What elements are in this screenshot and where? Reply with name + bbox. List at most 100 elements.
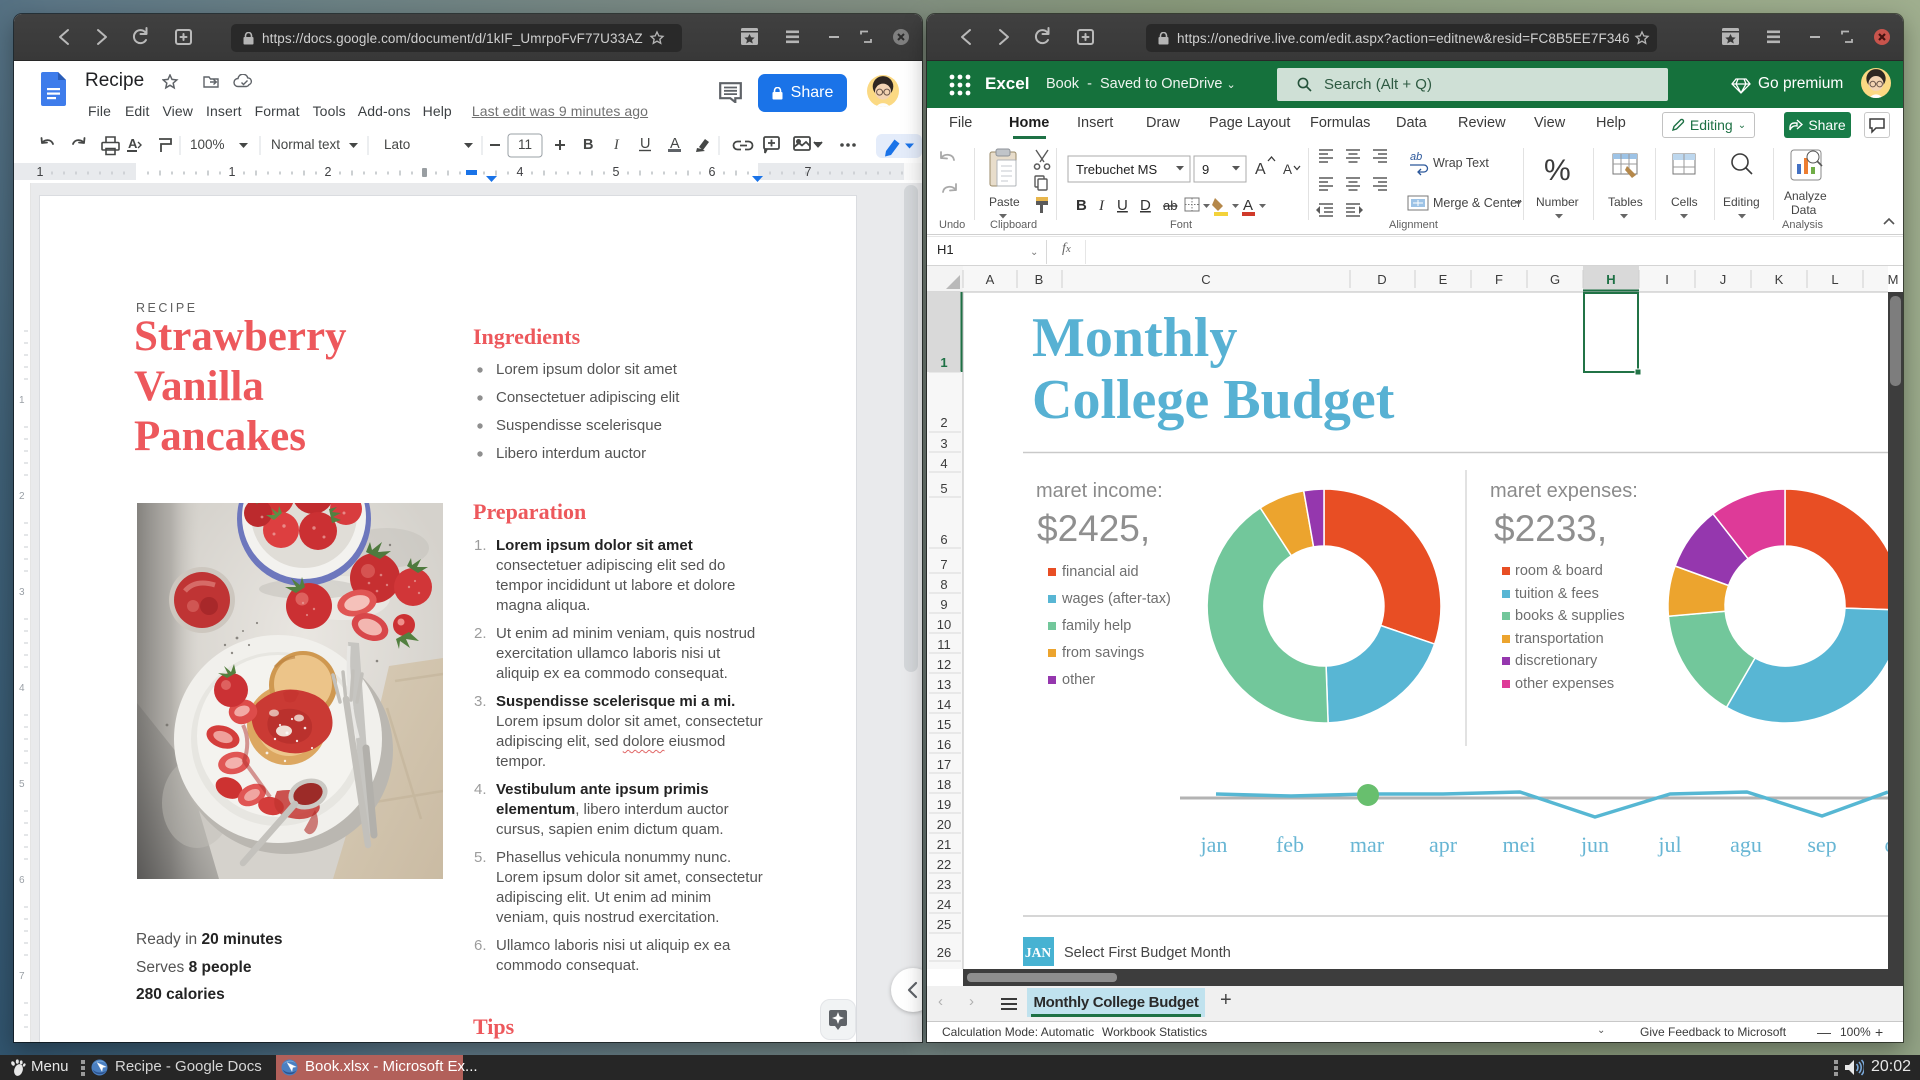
svg-text:jul: jul bbox=[1657, 832, 1681, 857]
svg-text:4: 4 bbox=[940, 456, 947, 471]
svg-text:F: F bbox=[1495, 272, 1503, 287]
svg-text:Normal text: Normal text bbox=[271, 137, 340, 152]
svg-text:4: 4 bbox=[19, 683, 25, 694]
svg-text:18: 18 bbox=[937, 777, 951, 792]
svg-text:26: 26 bbox=[937, 945, 951, 960]
svg-text:1: 1 bbox=[19, 395, 25, 406]
svg-text:family help: family help bbox=[1062, 618, 1131, 634]
svg-text:J: J bbox=[1720, 272, 1727, 287]
svg-text:Font: Font bbox=[1170, 219, 1192, 231]
svg-text:9: 9 bbox=[940, 597, 947, 612]
svg-text:Wrap Text: Wrap Text bbox=[1433, 156, 1489, 170]
svg-text:Trebuchet MS: Trebuchet MS bbox=[1076, 162, 1157, 177]
svg-text:A: A bbox=[1283, 162, 1292, 177]
svg-text:2: 2 bbox=[325, 165, 332, 179]
svg-text:4: 4 bbox=[517, 165, 524, 179]
svg-text:discretionary: discretionary bbox=[1515, 653, 1598, 669]
svg-text:17: 17 bbox=[937, 757, 951, 772]
svg-text:B: B bbox=[1035, 272, 1044, 287]
svg-text:Number: Number bbox=[1536, 195, 1579, 209]
svg-text:2: 2 bbox=[940, 415, 947, 430]
svg-text:ab: ab bbox=[1163, 198, 1177, 213]
svg-text:21: 21 bbox=[937, 837, 951, 852]
svg-text:%: % bbox=[1544, 154, 1571, 187]
svg-text:wages (after-tax): wages (after-tax) bbox=[1061, 591, 1171, 607]
svg-text:14: 14 bbox=[937, 697, 951, 712]
svg-text:11: 11 bbox=[937, 637, 951, 652]
svg-text:12: 12 bbox=[937, 657, 951, 672]
svg-text:apr: apr bbox=[1429, 832, 1458, 857]
svg-text:L: L bbox=[1831, 272, 1838, 287]
svg-text:Editing: Editing bbox=[1723, 195, 1760, 209]
svg-text:A: A bbox=[1255, 161, 1266, 178]
svg-text:20: 20 bbox=[937, 817, 951, 832]
svg-text:M: M bbox=[1888, 272, 1899, 287]
svg-text:tuition & fees: tuition & fees bbox=[1515, 586, 1599, 602]
svg-text:Select First Budget Month: Select First Budget Month bbox=[1064, 945, 1231, 961]
svg-text:2: 2 bbox=[19, 491, 25, 502]
svg-text:22: 22 bbox=[937, 857, 951, 872]
svg-text:6: 6 bbox=[940, 532, 947, 547]
svg-text:other: other bbox=[1062, 672, 1095, 688]
svg-text:B: B bbox=[1076, 197, 1087, 214]
svg-text:Alignment: Alignment bbox=[1389, 219, 1438, 231]
svg-text:room & board: room & board bbox=[1515, 563, 1603, 579]
svg-text:feb: feb bbox=[1276, 832, 1304, 857]
svg-text:from savings: from savings bbox=[1062, 645, 1144, 661]
svg-text:$2233,: $2233, bbox=[1494, 508, 1607, 549]
svg-text:H: H bbox=[1606, 272, 1615, 287]
svg-text:maret expenses:: maret expenses: bbox=[1490, 480, 1638, 502]
svg-text:1: 1 bbox=[940, 355, 947, 370]
svg-text:JAN: JAN bbox=[1025, 945, 1051, 960]
svg-text:financial aid: financial aid bbox=[1062, 564, 1139, 580]
svg-text:Clipboard: Clipboard bbox=[990, 219, 1037, 231]
svg-text:K: K bbox=[1775, 272, 1784, 287]
svg-text:U: U bbox=[640, 136, 650, 152]
svg-text:1: 1 bbox=[37, 165, 44, 179]
svg-text:B: B bbox=[583, 137, 593, 153]
svg-text:maret income:: maret income: bbox=[1036, 480, 1163, 502]
svg-text:transportation: transportation bbox=[1515, 631, 1604, 647]
svg-text:5: 5 bbox=[613, 165, 620, 179]
svg-text:D: D bbox=[1140, 197, 1151, 214]
svg-text:5: 5 bbox=[19, 779, 25, 790]
svg-text:19: 19 bbox=[937, 797, 951, 812]
svg-text:5: 5 bbox=[940, 481, 947, 496]
svg-text:6: 6 bbox=[19, 875, 25, 886]
svg-text:Tables: Tables bbox=[1608, 195, 1643, 209]
svg-text:Analyze: Analyze bbox=[1784, 189, 1827, 203]
svg-text:15: 15 bbox=[937, 717, 951, 732]
svg-text:books & supplies: books & supplies bbox=[1515, 608, 1625, 624]
svg-text:College Budget: College Budget bbox=[1032, 369, 1395, 431]
svg-text:7: 7 bbox=[940, 557, 947, 572]
svg-text:other expenses: other expenses bbox=[1515, 676, 1614, 692]
svg-text:D: D bbox=[1377, 272, 1386, 287]
svg-text:I: I bbox=[1098, 198, 1105, 214]
svg-text:Paste: Paste bbox=[989, 195, 1020, 209]
svg-text:I: I bbox=[613, 137, 620, 153]
svg-text:24: 24 bbox=[937, 897, 951, 912]
svg-text:Merge & Center: Merge & Center bbox=[1433, 196, 1521, 210]
svg-text:25: 25 bbox=[937, 917, 951, 932]
svg-text:$2425,: $2425, bbox=[1037, 508, 1150, 549]
svg-text:13: 13 bbox=[937, 677, 951, 692]
svg-text:6: 6 bbox=[709, 165, 716, 179]
svg-text:10: 10 bbox=[937, 617, 951, 632]
svg-text:jun: jun bbox=[1580, 832, 1609, 857]
svg-text:9: 9 bbox=[1202, 162, 1209, 177]
svg-text:Analysis: Analysis bbox=[1782, 219, 1823, 231]
svg-text:Undo: Undo bbox=[939, 219, 965, 231]
svg-text:E: E bbox=[1439, 272, 1448, 287]
svg-text:3: 3 bbox=[19, 587, 25, 598]
svg-text:A: A bbox=[986, 272, 995, 287]
svg-text:23: 23 bbox=[937, 877, 951, 892]
svg-text:I: I bbox=[1665, 272, 1669, 287]
svg-text:G: G bbox=[1550, 272, 1560, 287]
svg-text:3: 3 bbox=[940, 436, 947, 451]
svg-text:sep: sep bbox=[1807, 832, 1836, 857]
svg-text:ab: ab bbox=[1410, 151, 1422, 163]
svg-text:7: 7 bbox=[19, 971, 25, 982]
svg-text:16: 16 bbox=[937, 737, 951, 752]
svg-text:100%: 100% bbox=[190, 137, 225, 152]
svg-text:Monthly: Monthly bbox=[1032, 307, 1237, 369]
